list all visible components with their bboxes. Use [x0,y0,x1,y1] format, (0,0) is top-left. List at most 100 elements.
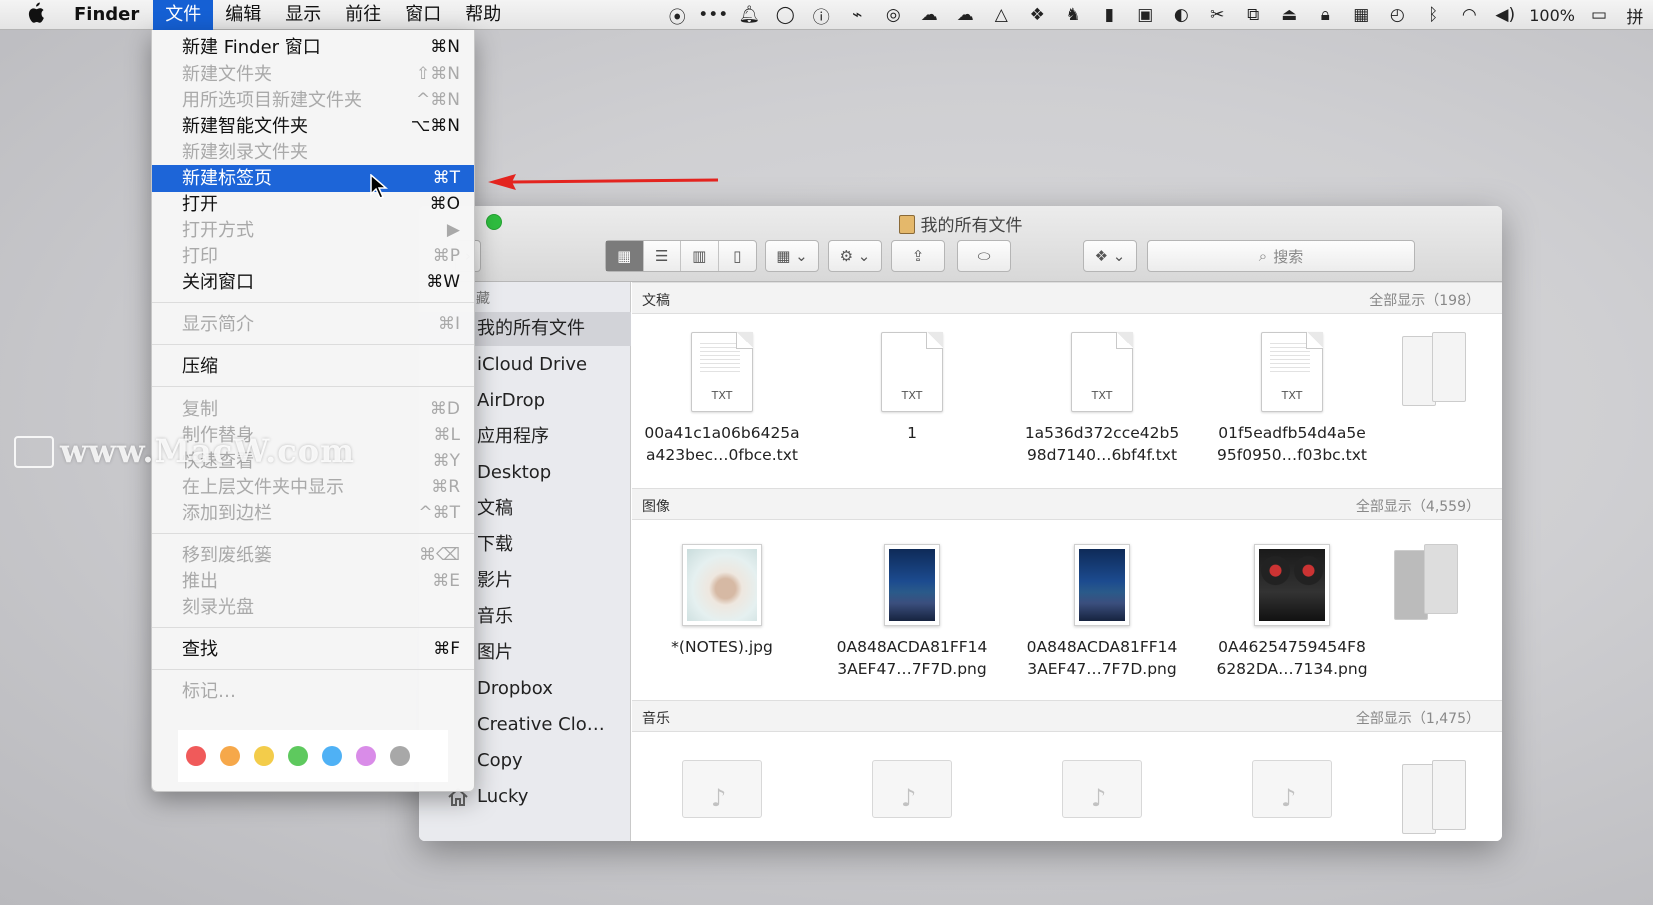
lock-icon[interactable]: 🔒︎ [1307,0,1343,30]
wifi-icon[interactable]: ◠ [1451,0,1487,30]
coverflow-view-icon[interactable]: ▯ [719,241,756,271]
file-item[interactable]: *(NOTES).jpg [634,544,810,658]
view-switcher[interactable]: ▦ ☰ ▥ ▯ [605,240,757,272]
menu-item-new-tab[interactable]: 新建标签页 ⌘T [152,165,474,192]
share-button[interactable]: ⇪ [891,240,945,272]
tag-color-blue[interactable] [322,746,342,766]
dropbox-status-icon[interactable]: ❖ [1019,0,1055,30]
cloud-sync-icon[interactable]: ☁ [947,0,983,30]
tag-color-gray[interactable] [390,746,410,766]
menu-item-new-smart-folder[interactable]: 新建智能文件夹 ⌥⌘N [152,113,474,140]
bell-icon[interactable]: 🔔︎ [731,0,767,30]
copy-icon[interactable]: ⧉ [1235,0,1271,30]
action-gear-button[interactable]: ⚙ ⌄ [828,240,882,272]
show-all-link[interactable]: 全部显示（198） [1369,290,1480,310]
arrange-button[interactable]: ▦ ⌄ [765,240,819,272]
more-files-stack-icon[interactable] [1402,332,1472,412]
sidebar-header: 藏 [476,291,490,307]
music-item[interactable]: ♪ [824,760,1000,818]
menu-view[interactable]: 显示 [273,0,333,30]
dropbox-button[interactable]: ❖ ⌄ [1083,240,1137,272]
file-area: 文稿 全部显示（198） TXT 00a41c1a06b6425a a423bec… [632,282,1502,841]
image-thumbnail [884,544,940,626]
battery-icon[interactable]: ▭ [1581,0,1617,30]
keyboard-icon[interactable]: ▦ [1343,0,1379,30]
icon-view-icon[interactable]: ▦ [606,241,644,271]
menu-window[interactable]: 窗口 [393,0,453,30]
bookmark-icon[interactable]: ▮ [1091,0,1127,30]
menu-item-find[interactable]: 查找 ⌘F [152,636,474,663]
menu-item-compress[interactable]: 压缩 [152,353,474,380]
annotation-arrow-icon [488,174,718,190]
menu-item-open[interactable]: 打开 ⌘O [152,191,474,218]
file-item[interactable]: TXT 00a41c1a06b6425a a423bec…0fbce.txt [634,332,810,466]
search-field[interactable]: ⌕ 搜索 [1147,240,1415,272]
menu-item-tags: 标记… [182,681,236,702]
section-title: 图像 [642,499,670,515]
search-placeholder: 搜索 [1273,247,1304,266]
info-icon[interactable]: ⓘ [803,0,839,30]
volume-icon[interactable]: ◀) [1487,0,1523,30]
image-thumbnail [682,544,762,626]
battery-percent: 100% [1529,5,1575,25]
column-view-icon[interactable]: ▥ [681,241,719,271]
time-machine-icon[interactable]: ◴ [1379,0,1415,30]
file-item[interactable]: TXT 1a536d372cce42b5 98d7140…6bf4f.txt [1014,332,1190,466]
menu-help[interactable]: 帮助 [453,0,513,30]
tag-color-orange[interactable] [220,746,240,766]
menu-item-new-folder-with-selection: 用所选项目新建文件夹 ^⌘N [182,90,460,111]
tags-button[interactable]: ⬭ [957,240,1011,272]
signal-icon[interactable]: ⌁ [839,0,875,30]
toggle-icon[interactable]: ◐ [1163,0,1199,30]
music-item[interactable]: ♪ [634,760,810,818]
record-icon[interactable]: ⦿ [659,0,695,30]
menu-separator [152,669,474,670]
file-item[interactable]: TXT 1 [824,332,1000,444]
airplay-icon[interactable]: ⏏ [1271,0,1307,30]
evernote-icon[interactable]: ♞ [1055,0,1091,30]
menu-item-new-finder-window[interactable]: 新建 Finder 窗口 ⌘N [152,34,474,61]
file-item[interactable]: 0A848ACDA81FF14 3AEF47…7F7D.png [824,544,1000,680]
bluetooth-icon[interactable]: ᛒ [1415,0,1451,30]
drive-icon[interactable]: △ [983,0,1019,30]
tools-icon[interactable]: ✂ [1199,0,1235,30]
menu-file[interactable]: 文件 [153,0,214,30]
more-music-stack-icon[interactable] [1402,760,1472,840]
bag-icon[interactable]: ▣ [1127,0,1163,30]
tag-color-red[interactable] [186,746,206,766]
more-images-stack-icon[interactable] [1394,544,1464,624]
apple-menu-icon[interactable] [0,0,70,30]
list-view-icon[interactable]: ☰ [644,241,681,271]
show-all-link[interactable]: 全部显示（4,559） [1356,496,1480,516]
menu-go[interactable]: 前往 [333,0,393,30]
file-item[interactable]: 0A848ACDA81FF14 3AEF47…7F7D.png [1014,544,1190,680]
music-item[interactable]: ♪ [1204,760,1380,818]
music-item[interactable]: ♪ [1014,760,1190,818]
show-all-link[interactable]: 全部显示（1,475） [1356,708,1480,728]
cloud-icon[interactable]: ☁ [911,0,947,30]
sidebar-item-label: Lucky [477,786,529,807]
file-name: 0A848ACDA81FF14 3AEF47…7F7D.png [836,638,988,678]
menu-item-close-window[interactable]: 关闭窗口 ⌘W [152,269,474,296]
music-file-icon: ♪ [682,760,762,818]
txt-file-icon: TXT [1071,332,1133,412]
tag-color-picker [178,730,448,782]
file-name: 01f5eadfb54d4a5e 95f0950…f03bc.txt [1217,424,1367,464]
file-item[interactable]: 0A46254759454F8 6282DA…7134.png [1204,544,1380,680]
menu-edit[interactable]: 编辑 [213,0,273,30]
file-item[interactable]: TXT 01f5eadfb54d4a5e 95f0950…f03bc.txt [1204,332,1380,466]
folder-icon [898,215,915,234]
tag-color-purple[interactable] [356,746,376,766]
menu-finder[interactable]: Finder [70,0,153,30]
input-method-indicator[interactable]: 拼 [1617,0,1653,30]
circle-icon[interactable]: ◯ [767,0,803,30]
section-header-documents: 文稿 全部显示（198） [632,282,1502,314]
file-name: 1 [907,424,917,442]
more-icon[interactable]: ••• [695,0,731,30]
tag-color-green[interactable] [288,746,308,766]
title-bar: 我的所有文件 › ▦ ☰ ▥ ▯ ▦ ⌄ ⚙ ⌄ ⇪ ⬭ ❖ ⌄ ⌕ 搜索 [419,206,1502,282]
file-name: *(NOTES).jpg [671,638,773,656]
txt-file-icon: TXT [881,332,943,412]
tag-color-yellow[interactable] [254,746,274,766]
cc-icon[interactable]: ◎ [875,0,911,30]
